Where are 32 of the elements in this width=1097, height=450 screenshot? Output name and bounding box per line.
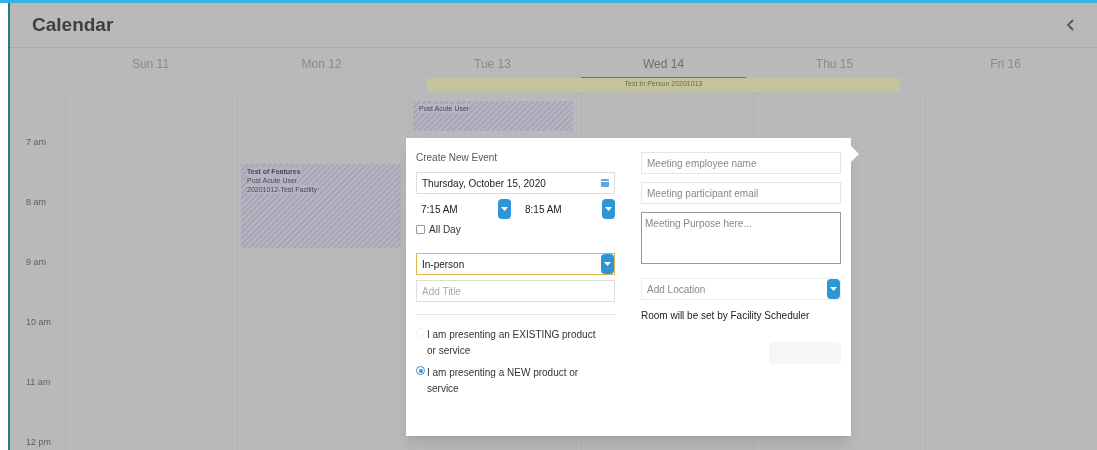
caret-icon [830,287,837,291]
checkbox-label: All Day [429,223,461,237]
caret-icon [501,207,508,211]
dropdown-button[interactable] [827,279,840,299]
purpose-field[interactable]: Meeting Purpose here... [641,212,841,264]
participant-email-field[interactable]: Meeting participant email [641,182,841,204]
time-label: 7 am [26,136,46,149]
caret-icon [604,262,611,266]
meeting-type-select[interactable]: In-person [416,253,615,275]
radio-label: I am presenting a NEW product or service [427,366,580,396]
calendar-title: Calendar [32,12,114,37]
location-select[interactable]: Add Location [641,278,841,300]
time-label: 8 am [26,196,46,209]
time-label: 9 am [26,256,46,269]
time-label: 10 am [26,316,51,329]
dropdown-button[interactable] [602,199,615,219]
calendar-icon[interactable] [601,179,609,187]
employee-name-field[interactable]: Meeting employee name [641,152,841,174]
time-label: 12 pm [26,436,51,449]
radio-label: I am presenting an EXISTING product or service [427,328,597,358]
room-note: Room will be set by Facility Scheduler [641,309,811,323]
time-select[interactable]: 8:15 AM [520,198,615,220]
title-field[interactable]: Add Title [416,280,615,302]
all-day-checkbox[interactable] [416,225,425,234]
date-field[interactable]: Thursday, October 15, 2020 [416,172,615,194]
time-select[interactable]: 7:15 AM [416,198,511,220]
dialog-title: Create New Event [416,151,499,165]
dropdown-button[interactable] [498,199,511,219]
dropdown-button[interactable] [601,254,614,274]
caret-icon [605,207,612,211]
collapse-icon[interactable] [1067,19,1075,31]
time-label: 11 am [26,376,51,389]
